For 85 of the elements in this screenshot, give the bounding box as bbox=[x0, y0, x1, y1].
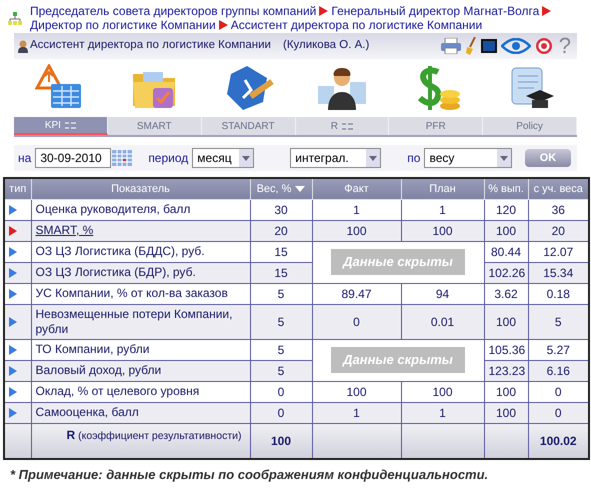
monitor-icon[interactable] bbox=[480, 39, 497, 53]
table-cell: 0 bbox=[312, 304, 401, 339]
indicator-cell: ОЗ ЦЗ Логистика (БДР), руб. bbox=[31, 262, 250, 283]
table-cell: 1 bbox=[401, 402, 484, 423]
module-tab[interactable]: KPI bbox=[14, 117, 108, 135]
column-header[interactable]: Факт bbox=[312, 178, 401, 199]
period-label: период bbox=[148, 150, 188, 167]
table-cell: 1 bbox=[312, 199, 401, 220]
table-cell: 20 bbox=[250, 220, 312, 241]
by-dropdown[interactable]: весу bbox=[424, 148, 512, 168]
hidden-data-label: Данные скрыты bbox=[331, 347, 465, 373]
table-cell: 94 bbox=[401, 283, 484, 304]
eye-icon[interactable] bbox=[500, 38, 531, 54]
printer-icon[interactable] bbox=[440, 38, 461, 54]
table-cell: 100 bbox=[484, 402, 528, 423]
triangle-icon bbox=[218, 20, 228, 30]
table-cell: 89.47 bbox=[312, 283, 401, 304]
table-cell: 100 bbox=[484, 304, 528, 339]
help-icon[interactable]: ? bbox=[556, 35, 573, 57]
sort-arrow-icon bbox=[295, 186, 306, 192]
triangle-icon bbox=[542, 6, 552, 16]
table-cell: 5 bbox=[250, 283, 312, 304]
module-tab[interactable]: Policy bbox=[483, 117, 577, 135]
period-dropdown[interactable]: месяц bbox=[192, 148, 254, 168]
indicator-cell: Оклад, % от целевого уровня bbox=[31, 381, 250, 402]
column-header[interactable]: с уч. веса bbox=[528, 178, 589, 199]
table-cell: 100 bbox=[484, 220, 528, 241]
column-header[interactable]: тип bbox=[4, 178, 31, 199]
list-icon bbox=[64, 122, 76, 128]
date-label: на bbox=[18, 150, 32, 167]
ok-button[interactable]: OK bbox=[525, 149, 571, 167]
table-cell: 30 bbox=[250, 199, 312, 220]
table-cell: 5 bbox=[250, 339, 312, 360]
by-label: по bbox=[407, 150, 420, 167]
table-cell: 100 bbox=[312, 220, 401, 241]
brush-icon[interactable] bbox=[464, 37, 477, 55]
table-cell: 3.62 bbox=[484, 283, 528, 304]
indicator-cell: Оценка руководителя, балл bbox=[31, 199, 250, 220]
table-cell: 100 bbox=[401, 381, 484, 402]
module-tab[interactable]: STANDART bbox=[202, 117, 296, 135]
table-cell: 5 bbox=[250, 304, 312, 339]
table-cell: 15 bbox=[250, 241, 312, 262]
breadcrumb-link[interactable]: Председатель совета директоров группы компаний bbox=[30, 4, 316, 18]
table-cell: 1 bbox=[401, 199, 484, 220]
list-icon bbox=[342, 122, 354, 130]
indicator-cell: ТО Компании, рубли bbox=[31, 339, 250, 360]
table-cell: 80.44 bbox=[484, 241, 528, 262]
table-cell: 120 bbox=[484, 199, 528, 220]
column-header[interactable]: % вып. bbox=[484, 178, 528, 199]
table-cell: 100 bbox=[484, 381, 528, 402]
user-name: (Куликова О. А.) bbox=[282, 38, 370, 54]
indicator-cell: Невозмещенные потери Компании, рубли bbox=[31, 304, 250, 339]
module-tab[interactable]: PFR bbox=[389, 117, 484, 135]
breadcrumb-link[interactable]: Генеральный директор Магнат-Волга bbox=[331, 4, 540, 18]
table-cell: 0 bbox=[250, 381, 312, 402]
column-header[interactable]: Вес, % bbox=[250, 178, 312, 199]
target-icon[interactable] bbox=[534, 37, 553, 55]
total-label: R (коэффициент результативности) bbox=[66, 430, 242, 442]
table-cell: 123.23 bbox=[484, 360, 528, 381]
table-cell: 102.26 bbox=[484, 262, 528, 283]
hidden-data-label: Данные скрыты bbox=[331, 249, 465, 275]
hierarchy-icon bbox=[8, 12, 22, 26]
table-cell: 105.36 bbox=[484, 339, 528, 360]
table-cell: 1 bbox=[312, 402, 401, 423]
triangle-icon bbox=[319, 6, 328, 16]
date-field[interactable]: 30-09-2010 bbox=[35, 148, 112, 168]
mode-dropdown[interactable]: интеграл. bbox=[290, 148, 382, 168]
breadcrumb-link[interactable]: Ассистент директора по логистике Компании bbox=[230, 18, 482, 32]
footnote: * Примечание: данные скрыты по соображениям конфиденциальности. bbox=[10, 466, 490, 484]
user-position: Ассистент директора по логистике Компании bbox=[30, 38, 271, 54]
indicator-cell: ОЗ ЦЗ Логистика (БДДС), руб. bbox=[31, 241, 250, 262]
breadcrumb-link[interactable]: Директор по логистике Компании bbox=[30, 18, 216, 32]
column-header[interactable]: План bbox=[401, 178, 484, 199]
indicator-cell: Валовый доход, рубли bbox=[31, 360, 250, 381]
table-cell: 0 bbox=[250, 402, 312, 423]
indicator-cell[interactable]: SMART, % bbox=[31, 220, 250, 241]
module-tab[interactable]: R bbox=[296, 117, 390, 135]
table-cell: 100 bbox=[401, 220, 484, 241]
indicator-cell: УС Компании, % от кол-ва заказов bbox=[31, 283, 250, 304]
indicator-cell: Самооценка, балл bbox=[31, 402, 250, 423]
column-header[interactable]: Показатель bbox=[31, 178, 250, 199]
table-cell: 0.01 bbox=[401, 304, 484, 339]
module-tab[interactable]: SMART bbox=[108, 117, 202, 135]
table-cell: 100 bbox=[312, 381, 401, 402]
person-icon bbox=[18, 40, 28, 52]
